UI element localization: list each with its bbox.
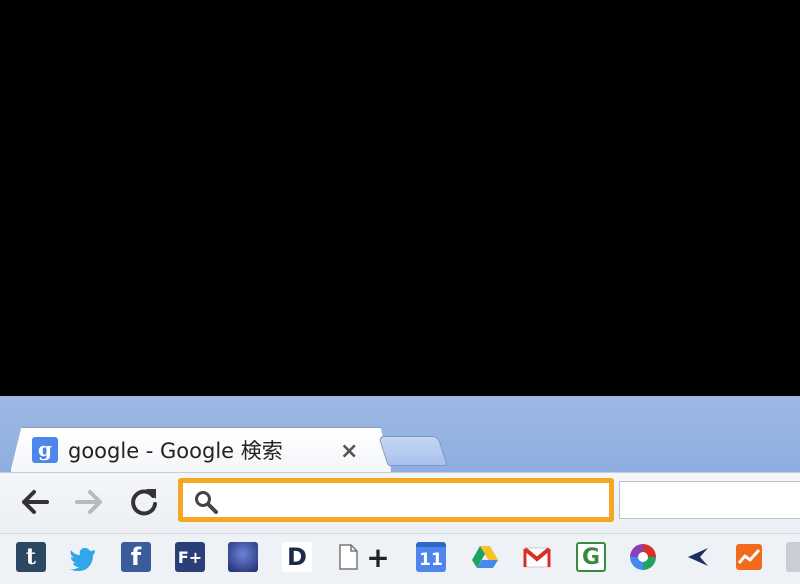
facebook-icon[interactable]: f — [121, 542, 151, 572]
tab-close-icon[interactable]: × — [340, 439, 358, 465]
screen: g google - Google 検索 × t f F+ D + 11 G — [0, 0, 800, 584]
calendar-icon[interactable]: 11 — [416, 542, 446, 572]
twitter-icon[interactable] — [68, 542, 98, 572]
browser-window: g google - Google 検索 × t f F+ D + 11 G — [0, 396, 800, 584]
omnibox-extension[interactable] — [619, 481, 800, 519]
d-icon[interactable]: D — [282, 542, 312, 572]
omnibox-input[interactable] — [227, 487, 601, 517]
blank-page-icon[interactable] — [333, 542, 363, 572]
picasa-icon[interactable] — [628, 542, 658, 572]
overflow-bookmark-icon[interactable] — [786, 542, 800, 572]
bookmarks-bar: t f F+ D + 11 G — [0, 533, 800, 584]
omnibox-highlight[interactable] — [178, 478, 614, 522]
toolbar — [0, 472, 800, 533]
analytics-icon[interactable] — [734, 542, 764, 572]
gmail-icon[interactable] — [522, 542, 552, 572]
back-arrow-icon[interactable] — [18, 485, 52, 519]
tumblr-icon[interactable]: t — [16, 542, 46, 572]
reload-icon[interactable] — [127, 485, 161, 519]
google-favicon-icon: g — [32, 437, 58, 463]
google-drive-icon[interactable] — [470, 542, 500, 572]
google-g-icon[interactable]: G — [576, 542, 606, 572]
feedly-plus-icon[interactable]: F+ — [175, 542, 205, 572]
forward-arrow-icon[interactable] — [72, 485, 106, 519]
starry-night-icon[interactable] — [228, 542, 258, 572]
arrow-bird-icon[interactable] — [682, 542, 712, 572]
search-icon — [195, 491, 218, 514]
tab-title: google - Google 検索 — [68, 439, 283, 463]
new-tab-button[interactable] — [378, 436, 448, 466]
tab-content: g google - Google 検索 — [32, 435, 283, 465]
plus-icon[interactable]: + — [366, 541, 390, 574]
